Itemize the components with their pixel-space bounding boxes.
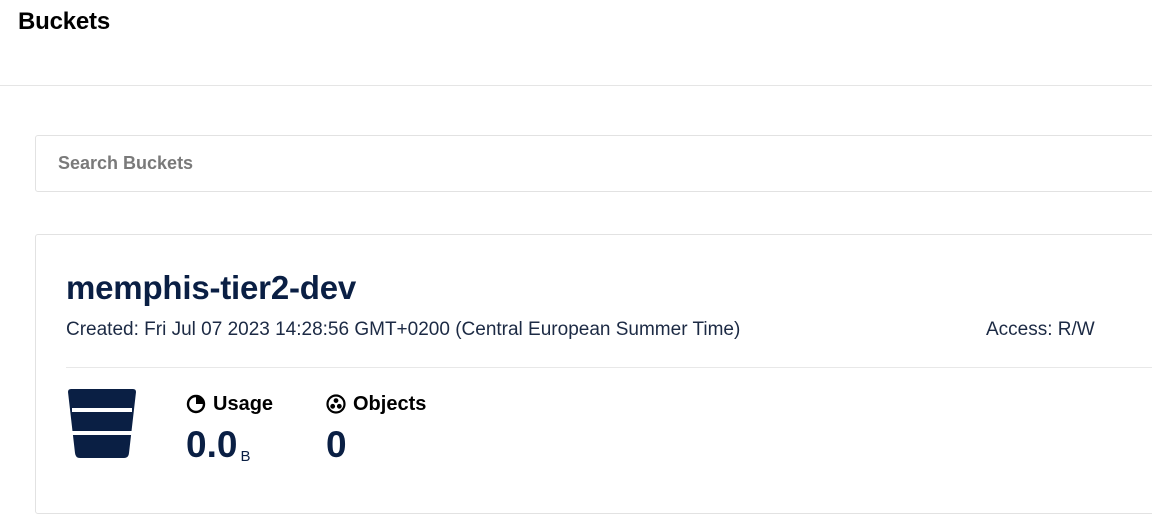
bucket-created-date: Created: Fri Jul 07 2023 14:28:56 GMT+02… — [66, 319, 741, 340]
bucket-access: Access: R/W — [986, 319, 1095, 340]
usage-unit: B — [240, 448, 251, 465]
usage-value: 0.0 — [186, 424, 238, 465]
objects-label: Objects — [353, 392, 427, 415]
usage-label: Usage — [213, 392, 274, 415]
card-divider — [66, 367, 1152, 368]
pie-chart-icon — [186, 394, 206, 414]
objects-metric: Objects 0 — [326, 391, 427, 465]
search-input[interactable] — [58, 136, 958, 191]
bucket-card[interactable]: memphis-tier2-dev Created: Fri Jul 07 20… — [35, 234, 1152, 514]
bucket-icon — [66, 388, 138, 460]
page-title: Buckets — [18, 8, 110, 35]
objects-icon — [326, 394, 346, 414]
usage-metric: Usage 0.0 B — [186, 391, 274, 465]
objects-value: 0 — [326, 424, 347, 465]
page-header: Buckets — [0, 0, 1152, 86]
bucket-name[interactable]: memphis-tier2-dev — [66, 269, 356, 307]
search-box[interactable] — [35, 135, 1152, 192]
